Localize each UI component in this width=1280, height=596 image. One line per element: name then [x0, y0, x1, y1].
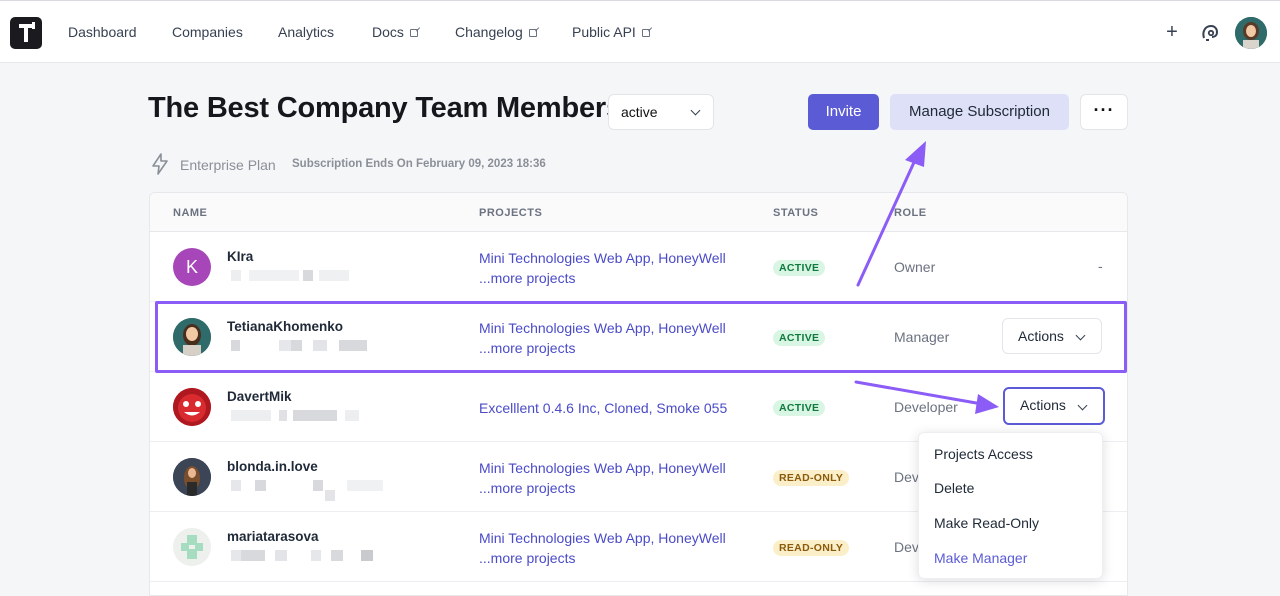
more-projects-link[interactable]: ...more projects — [479, 548, 726, 568]
member-projects[interactable]: Mini Technologies Web App, HoneyWell ...… — [479, 458, 726, 498]
menu-item-projects-access[interactable]: Projects Access — [934, 446, 1033, 462]
column-header-role: ROLE — [894, 207, 927, 219]
member-name: DavertMik — [227, 389, 292, 404]
member-projects[interactable]: Mini Technologies Web App, HoneyWell ...… — [479, 528, 726, 568]
table-row: K KIra Mini Technologies Web App, HoneyW… — [150, 232, 1127, 302]
arrow-head-up — [905, 141, 926, 167]
more-projects-link[interactable]: ...more projects — [479, 478, 726, 498]
projects-list[interactable]: Mini Technologies Web App, HoneyWell — [479, 528, 726, 548]
menu-item-make-manager[interactable]: Make Manager — [934, 550, 1027, 566]
table-header: NAME PROJECTS STATUS ROLE — [150, 193, 1127, 232]
invite-button[interactable]: Invite — [808, 94, 879, 130]
chevron-down-icon — [690, 105, 701, 116]
status-badge: ACTIVE — [773, 260, 826, 276]
nav-analytics-label: Analytics — [278, 24, 335, 40]
external-link-icon — [528, 29, 537, 37]
plan-label: Enterprise Plan — [180, 157, 276, 173]
member-name: blonda.in.love — [227, 459, 318, 474]
column-header-name: NAME — [173, 207, 208, 219]
manage-subscription-button[interactable]: Manage Subscription — [890, 94, 1069, 130]
actions-dropdown-button[interactable]: Actions — [1003, 387, 1105, 425]
column-header-projects: PROJECTS — [479, 207, 543, 219]
menu-item-delete[interactable]: Delete — [934, 480, 974, 496]
nav-companies[interactable]: Companies — [172, 24, 243, 40]
subscription-ends-text: Subscription Ends On February 09, 2023 1… — [292, 158, 546, 170]
column-header-status: STATUS — [773, 207, 819, 219]
lightning-icon — [152, 153, 168, 175]
status-badge: READ-ONLY — [773, 470, 850, 486]
row-highlight-annotation — [155, 301, 1127, 373]
nav-changelog-label: Changelog — [455, 24, 523, 40]
member-name: KIra — [227, 249, 254, 264]
nav-analytics[interactable]: Analytics — [278, 24, 334, 40]
top-navigation: Dashboard Companies Analytics Docs Chang… — [0, 0, 1280, 63]
external-link-icon — [409, 29, 418, 37]
more-projects-link[interactable]: ...more projects — [479, 268, 726, 288]
projects-list[interactable]: Excelllent 0.4.6 Inc, Cloned, Smoke 055 — [479, 398, 727, 418]
member-projects[interactable]: Excelllent 0.4.6 Inc, Cloned, Smoke 055 — [479, 398, 727, 418]
nav-docs[interactable]: Docs — [372, 24, 418, 40]
menu-item-make-read-only[interactable]: Make Read-Only — [934, 515, 1039, 531]
nav-dashboard-label: Dashboard — [68, 24, 137, 40]
app-logo[interactable] — [10, 17, 42, 49]
avatar — [173, 528, 211, 566]
avatar — [173, 458, 211, 496]
member-projects[interactable]: Mini Technologies Web App, HoneyWell ...… — [479, 248, 726, 288]
nav-companies-label: Companies — [172, 24, 243, 40]
actions-menu: Projects Access Delete Make Read-Only Ma… — [918, 432, 1103, 579]
avatar — [173, 388, 211, 426]
member-name: mariatarasova — [227, 529, 319, 544]
member-role: Developer — [894, 399, 958, 415]
no-actions-placeholder: - — [1098, 258, 1103, 274]
external-link-icon — [641, 29, 650, 37]
headset-icon[interactable] — [1200, 23, 1220, 43]
nav-dashboard[interactable]: Dashboard — [68, 24, 137, 40]
page-title: The Best Company Team Members — [148, 92, 622, 124]
status-badge: READ-ONLY — [773, 540, 850, 556]
nav-changelog[interactable]: Changelog — [455, 24, 537, 40]
projects-list[interactable]: Mini Technologies Web App, HoneyWell — [479, 458, 726, 478]
status-filter-select[interactable]: active — [608, 94, 714, 130]
user-avatar[interactable] — [1235, 17, 1267, 49]
actions-label: Actions — [1020, 397, 1066, 413]
chevron-down-icon — [1077, 400, 1088, 411]
status-badge: ACTIVE — [773, 400, 826, 416]
add-icon[interactable]: + — [1163, 21, 1181, 43]
member-role: Owner — [894, 259, 936, 275]
nav-public-api-label: Public API — [572, 24, 636, 40]
more-options-button[interactable]: ··· — [1080, 94, 1128, 130]
projects-list[interactable]: Mini Technologies Web App, HoneyWell — [479, 248, 726, 268]
avatar: K — [173, 248, 211, 286]
nav-docs-label: Docs — [372, 24, 404, 40]
status-filter-value: active — [621, 104, 658, 120]
nav-public-api[interactable]: Public API — [572, 24, 650, 40]
